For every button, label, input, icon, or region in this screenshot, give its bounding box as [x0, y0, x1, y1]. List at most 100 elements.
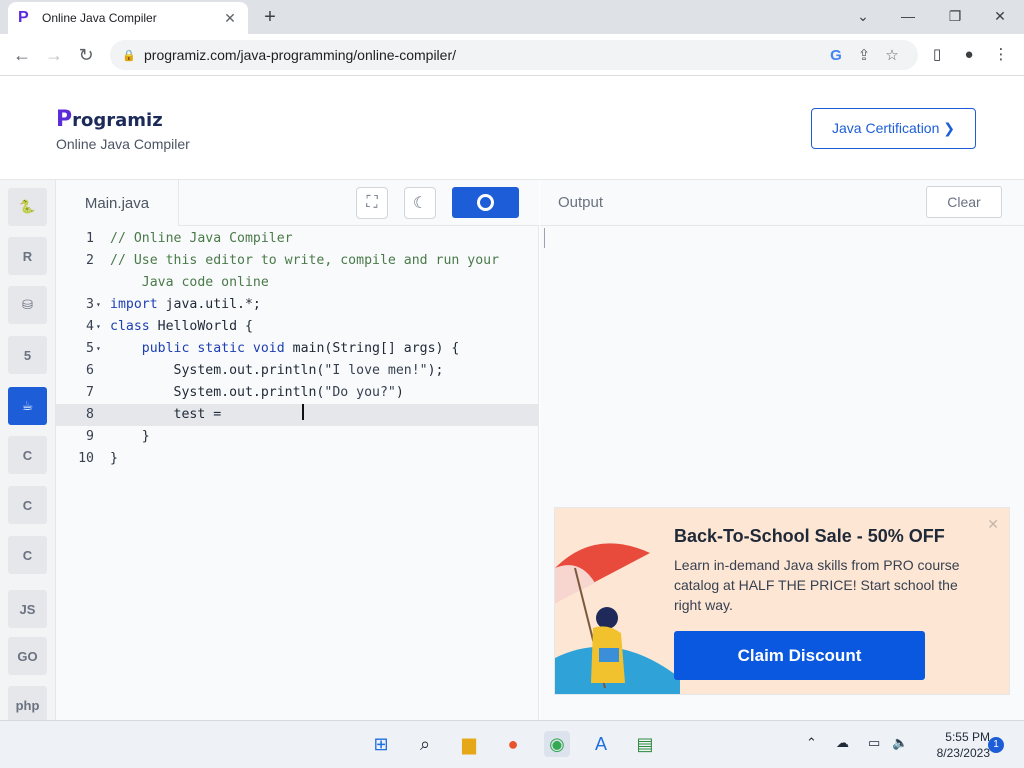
tab-title: Online Java Compiler: [42, 11, 157, 25]
line-number: 9: [86, 429, 94, 444]
bookmark-star-icon[interactable]: ☆: [878, 46, 906, 64]
url-input[interactable]: 🔒 programiz.com/java-programming/online-…: [110, 40, 918, 70]
menu-kebab-icon[interactable]: ⋮: [990, 44, 1012, 66]
java-certification-button[interactable]: Java Certification ❯: [811, 108, 976, 149]
promo-close-icon[interactable]: ✕: [987, 516, 999, 533]
share-icon[interactable]: ⇪: [850, 46, 878, 64]
notification-badge[interactable]: 1: [988, 737, 1004, 753]
code-line[interactable]: 9 }: [56, 426, 539, 448]
code-text: Java code online: [110, 275, 269, 290]
side-panel-icon[interactable]: ▯: [926, 44, 948, 66]
file-tab-main-java[interactable]: Main.java: [56, 180, 179, 226]
sidebar-lang-cpp-icon[interactable]: C: [8, 486, 47, 524]
code-line[interactable]: 7 System.out.println("Do you?"): [56, 382, 539, 404]
site-header: Programiz Online Java Compiler Java Cert…: [0, 77, 1024, 180]
loading-spinner-icon: [477, 194, 494, 211]
output-header: Output Clear: [540, 180, 1024, 226]
browser-tab[interactable]: P Online Java Compiler ✕: [8, 2, 248, 34]
chrome-icon[interactable]: ◉: [544, 731, 570, 757]
sidebar-lang-r-icon[interactable]: R: [8, 237, 47, 275]
line-number: 1: [86, 231, 94, 246]
back-icon[interactable]: ←: [10, 43, 34, 67]
file-explorer-icon[interactable]: ▆: [456, 731, 482, 757]
profile-avatar-icon[interactable]: ●: [958, 44, 980, 66]
line-number: 7: [86, 385, 94, 400]
code-text: System.out.println("I love men!");: [110, 363, 444, 378]
promo-title: Back-To-School Sale - 50% OFF: [674, 526, 945, 546]
url-text: programiz.com/java-programming/online-co…: [144, 47, 456, 63]
windows-start-icon[interactable]: ⊞: [368, 731, 394, 757]
line-number: 4: [86, 319, 94, 334]
line-number: 8: [86, 407, 94, 422]
sidebar-lang-csharp-icon[interactable]: C: [8, 536, 47, 574]
code-line[interactable]: 1 // Online Java Compiler: [56, 228, 539, 250]
output-label: Output: [558, 194, 604, 211]
page-subtitle: Online Java Compiler: [56, 136, 190, 152]
network-icon[interactable]: ▭: [868, 735, 880, 751]
code-line[interactable]: 4 ▾ class HelloWorld {: [56, 316, 539, 338]
code-line[interactable]: 8 test =: [56, 404, 539, 426]
close-window-icon[interactable]: ✕: [985, 4, 1015, 28]
sidebar-lang-sql-icon[interactable]: ⛁: [8, 286, 47, 324]
code-text: }: [110, 429, 150, 444]
code-line[interactable]: 6 System.out.println("I love men!");: [56, 360, 539, 382]
minimize-icon[interactable]: —: [893, 4, 923, 28]
code-text: // Online Java Compiler: [110, 231, 293, 246]
search-icon[interactable]: ⌕: [412, 731, 438, 757]
dark-mode-moon-icon[interactable]: ☾: [404, 187, 436, 219]
sidebar-lang-python-icon[interactable]: 🐍: [8, 188, 47, 226]
beach-umbrella-illustration: [555, 543, 680, 694]
forward-icon[interactable]: →: [42, 43, 66, 67]
tray-chevron-up-icon[interactable]: ⌃: [806, 735, 817, 751]
sidebar-lang-c-icon[interactable]: C: [8, 436, 47, 474]
clock-time: 5:55 PM: [945, 730, 990, 744]
sidebar-lang-html-icon[interactable]: 5: [8, 336, 47, 374]
address-bar: ← → ↻ 🔒 programiz.com/java-programming/o…: [0, 34, 1024, 76]
programiz-favicon-icon: P: [18, 9, 29, 26]
tab-close-icon[interactable]: ✕: [222, 10, 238, 27]
fold-arrow-icon[interactable]: ▾: [96, 316, 101, 338]
code-editor-panel: Main.java ⛶ ☾ 1 // Online Java Compiler 2 /…: [56, 180, 539, 720]
reload-icon[interactable]: ↻: [74, 43, 98, 67]
volume-icon[interactable]: 🔈: [892, 735, 908, 751]
promo-banner: ✕ Back-To-School Sale - 50% OFF Learn in…: [554, 507, 1010, 695]
firefox-icon[interactable]: ●: [500, 731, 526, 757]
code-text: }: [110, 451, 118, 466]
tab-search-icon[interactable]: ⌄: [848, 4, 878, 28]
claim-discount-button[interactable]: Claim Discount: [674, 631, 925, 680]
sidebar-lang-js-icon[interactable]: JS: [8, 590, 47, 628]
code-text: System.out.println("Do you?"): [110, 385, 404, 400]
restore-icon[interactable]: ❐: [940, 4, 970, 28]
code-line[interactable]: 5 ▾ public static void main(String[] args…: [56, 338, 539, 360]
code-text: class HelloWorld {: [110, 319, 253, 334]
google-icon[interactable]: G: [822, 47, 850, 64]
code-line[interactable]: 2 // Use this editor to write, compile an…: [56, 250, 539, 272]
weather-icon[interactable]: ☁: [836, 735, 849, 751]
windows-taskbar: ⊞ ⌕ ▆ ● ◉ A ▤ ⌃ ☁ ▭ 🔈 5:55 PM 8/23/2023 …: [0, 720, 1024, 768]
clear-button[interactable]: Clear: [926, 186, 1002, 218]
line-number: 2: [86, 253, 94, 268]
code-area[interactable]: 1 // Online Java Compiler 2 // Use this edi…: [56, 228, 539, 718]
sidebar-lang-go-icon[interactable]: GO: [8, 637, 47, 675]
sidebar-lang-php-icon[interactable]: php: [8, 686, 47, 724]
text-cursor: [302, 404, 304, 420]
notepad-icon[interactable]: ▤: [632, 731, 658, 757]
new-tab-button[interactable]: +: [258, 5, 282, 29]
browser-tabbar: P Online Java Compiler ✕ + ⌄ — ❐ ✕: [0, 0, 1024, 34]
fullscreen-icon[interactable]: ⛶: [356, 187, 388, 219]
code-text: import java.util.*;: [110, 297, 261, 312]
clock-date: 8/23/2023: [936, 746, 990, 760]
line-number: 6: [86, 363, 94, 378]
editor-toolbar: Main.java ⛶ ☾: [56, 180, 539, 226]
code-line[interactable]: 3 ▾ import java.util.*;: [56, 294, 539, 316]
fold-arrow-icon[interactable]: ▾: [96, 294, 101, 316]
code-text: test =: [110, 407, 222, 422]
app-store-icon[interactable]: A: [588, 731, 614, 757]
sidebar-lang-java-icon[interactable]: ☕: [8, 387, 47, 425]
taskbar-clock[interactable]: 5:55 PM 8/23/2023: [920, 729, 990, 761]
run-button[interactable]: [452, 187, 519, 218]
code-line[interactable]: Java code online: [56, 272, 539, 294]
code-line[interactable]: 10}: [56, 448, 539, 470]
fold-arrow-icon[interactable]: ▾: [96, 338, 101, 360]
programiz-logo[interactable]: Programiz: [56, 107, 163, 132]
